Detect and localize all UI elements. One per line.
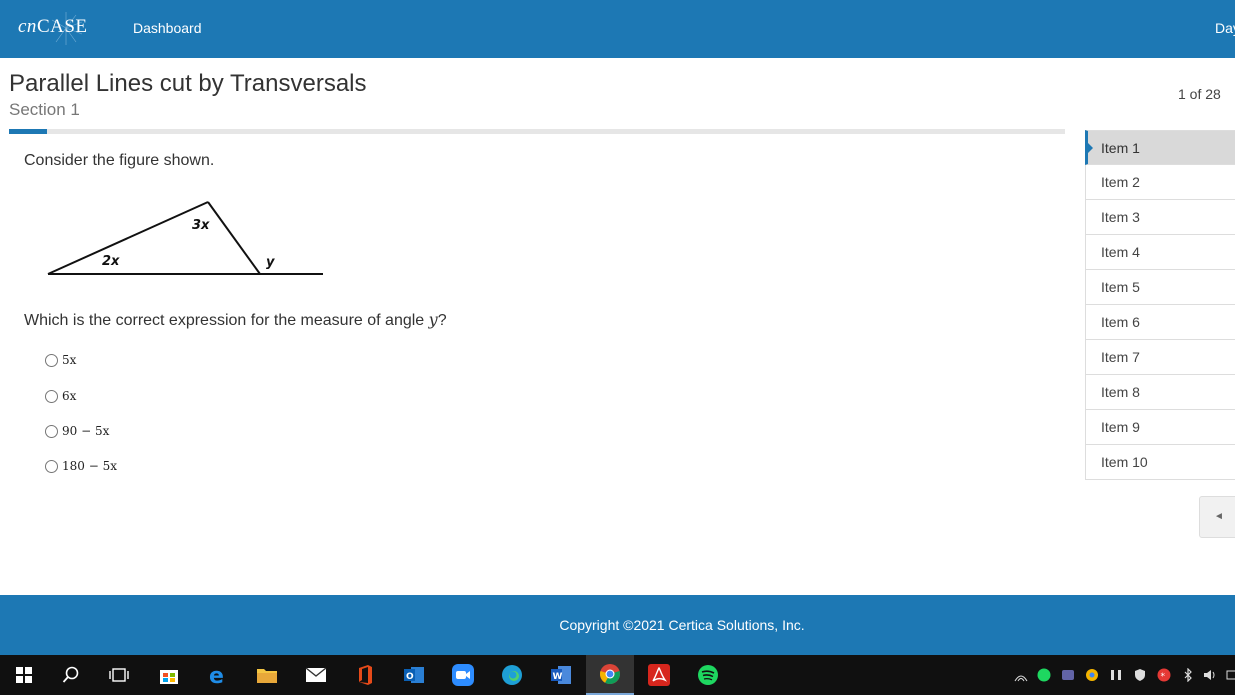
progress-bar-fill xyxy=(9,129,48,134)
spotify-icon[interactable] xyxy=(684,655,732,695)
chrome-tray-icon[interactable] xyxy=(1084,667,1100,683)
page-footer: Copyright ©2021 Certica Solutions, Inc. xyxy=(0,595,1235,655)
sidebar-item-8[interactable]: Item 8 xyxy=(1085,375,1235,410)
question-prompt: Consider the figure shown. xyxy=(24,152,215,169)
sidebar-item-5[interactable]: Item 5 xyxy=(1085,270,1235,305)
question-variable: y xyxy=(428,310,438,329)
triangle-side-right xyxy=(207,201,261,275)
sidebar-item-10[interactable]: Item 10 xyxy=(1085,445,1235,480)
windows-start-icon[interactable] xyxy=(0,655,48,695)
angle-label-exterior: y xyxy=(266,255,275,270)
copyright-text: Copyright ©2021 Certica Solutions, Inc. xyxy=(559,617,805,633)
sidebar-item-2[interactable]: Item 2 xyxy=(1085,165,1235,200)
angle-label-left: 2x xyxy=(102,254,120,269)
sidebar-item-4[interactable]: Item 4 xyxy=(1085,235,1235,270)
input-indicator-icon[interactable] xyxy=(1224,667,1235,683)
answer-choice-3[interactable]: 90 − 5x xyxy=(45,421,109,441)
section-label: Section 1 xyxy=(9,100,80,119)
mail-icon[interactable] xyxy=(292,655,340,695)
radio-button[interactable] xyxy=(45,353,58,367)
app-tray-icon[interactable]: * xyxy=(1156,667,1172,683)
page-title: Parallel Lines cut by Transversals xyxy=(9,70,367,97)
outlook-icon[interactable]: O xyxy=(390,655,438,695)
sidebar-item-9[interactable]: Item 9 xyxy=(1085,410,1235,445)
triangle-figure: 3x 2x y xyxy=(47,201,323,275)
sidebar-item-7[interactable]: Item 7 xyxy=(1085,340,1235,375)
question-text: Which is the correct expression for the … xyxy=(24,310,447,329)
answer-choice-label: 180 − 5x xyxy=(62,459,117,473)
security-tray-icon[interactable] xyxy=(1108,667,1124,683)
network-icon[interactable] xyxy=(1013,667,1029,683)
sidebar-item-3[interactable]: Item 3 xyxy=(1085,200,1235,235)
item-navigation-sidebar: Item 1 Item 2 Item 3 Item 4 Item 5 Item … xyxy=(1085,130,1235,480)
task-view-icon[interactable] xyxy=(95,655,143,695)
word-icon[interactable]: W xyxy=(537,655,585,695)
svg-text:W: W xyxy=(553,672,563,682)
svg-text:O: O xyxy=(406,672,414,682)
radio-button[interactable] xyxy=(45,389,58,403)
svg-text:*: * xyxy=(1161,672,1166,682)
answer-choice-label: 5x xyxy=(62,353,77,367)
triangle-side-left xyxy=(47,201,209,275)
spotify-tray-icon[interactable] xyxy=(1036,667,1052,683)
sidebar-item-1[interactable]: Item 1 xyxy=(1085,130,1235,165)
top-navigation-bar: cnCASE Dashboard Day xyxy=(0,0,1235,58)
answer-choice-label: 90 − 5x xyxy=(62,424,110,438)
logo-wordmark: cnCASE xyxy=(18,16,88,37)
chrome-icon[interactable] xyxy=(586,655,634,695)
radio-button[interactable] xyxy=(45,424,58,438)
progress-bar xyxy=(9,129,1065,134)
edge-icon[interactable] xyxy=(488,655,536,695)
item-counter: 1 of 28 xyxy=(1178,86,1221,102)
windows-taskbar: e O W * xyxy=(0,655,1235,695)
caret-left-icon: ◄ xyxy=(1214,511,1224,522)
answer-choice-1[interactable]: 5x xyxy=(45,350,76,370)
bluetooth-icon[interactable] xyxy=(1180,667,1196,683)
case-logo[interactable]: cnCASE xyxy=(18,10,90,48)
teams-tray-icon[interactable] xyxy=(1060,667,1076,683)
dashboard-link[interactable]: Dashboard xyxy=(133,20,202,36)
user-menu-link[interactable]: Day xyxy=(1215,20,1235,36)
acrobat-icon[interactable] xyxy=(635,655,683,695)
shield-icon[interactable] xyxy=(1132,667,1148,683)
radio-button[interactable] xyxy=(45,459,58,473)
store-icon[interactable] xyxy=(145,655,193,695)
search-icon[interactable] xyxy=(47,655,95,695)
svg-text:e: e xyxy=(209,664,224,686)
collapse-sidebar-button[interactable]: ◄ xyxy=(1199,496,1235,538)
zoom-icon[interactable] xyxy=(439,655,487,695)
angle-label-top: 3x xyxy=(192,218,210,233)
answer-choice-label: 6x xyxy=(62,389,77,403)
office-icon[interactable] xyxy=(341,655,389,695)
answer-choice-4[interactable]: 180 − 5x xyxy=(45,456,117,476)
answer-choice-2[interactable]: 6x xyxy=(45,386,76,406)
file-explorer-icon[interactable] xyxy=(243,655,291,695)
volume-icon[interactable] xyxy=(1202,667,1218,683)
edge-legacy-icon[interactable]: e xyxy=(194,655,242,695)
sidebar-item-6[interactable]: Item 6 xyxy=(1085,305,1235,340)
